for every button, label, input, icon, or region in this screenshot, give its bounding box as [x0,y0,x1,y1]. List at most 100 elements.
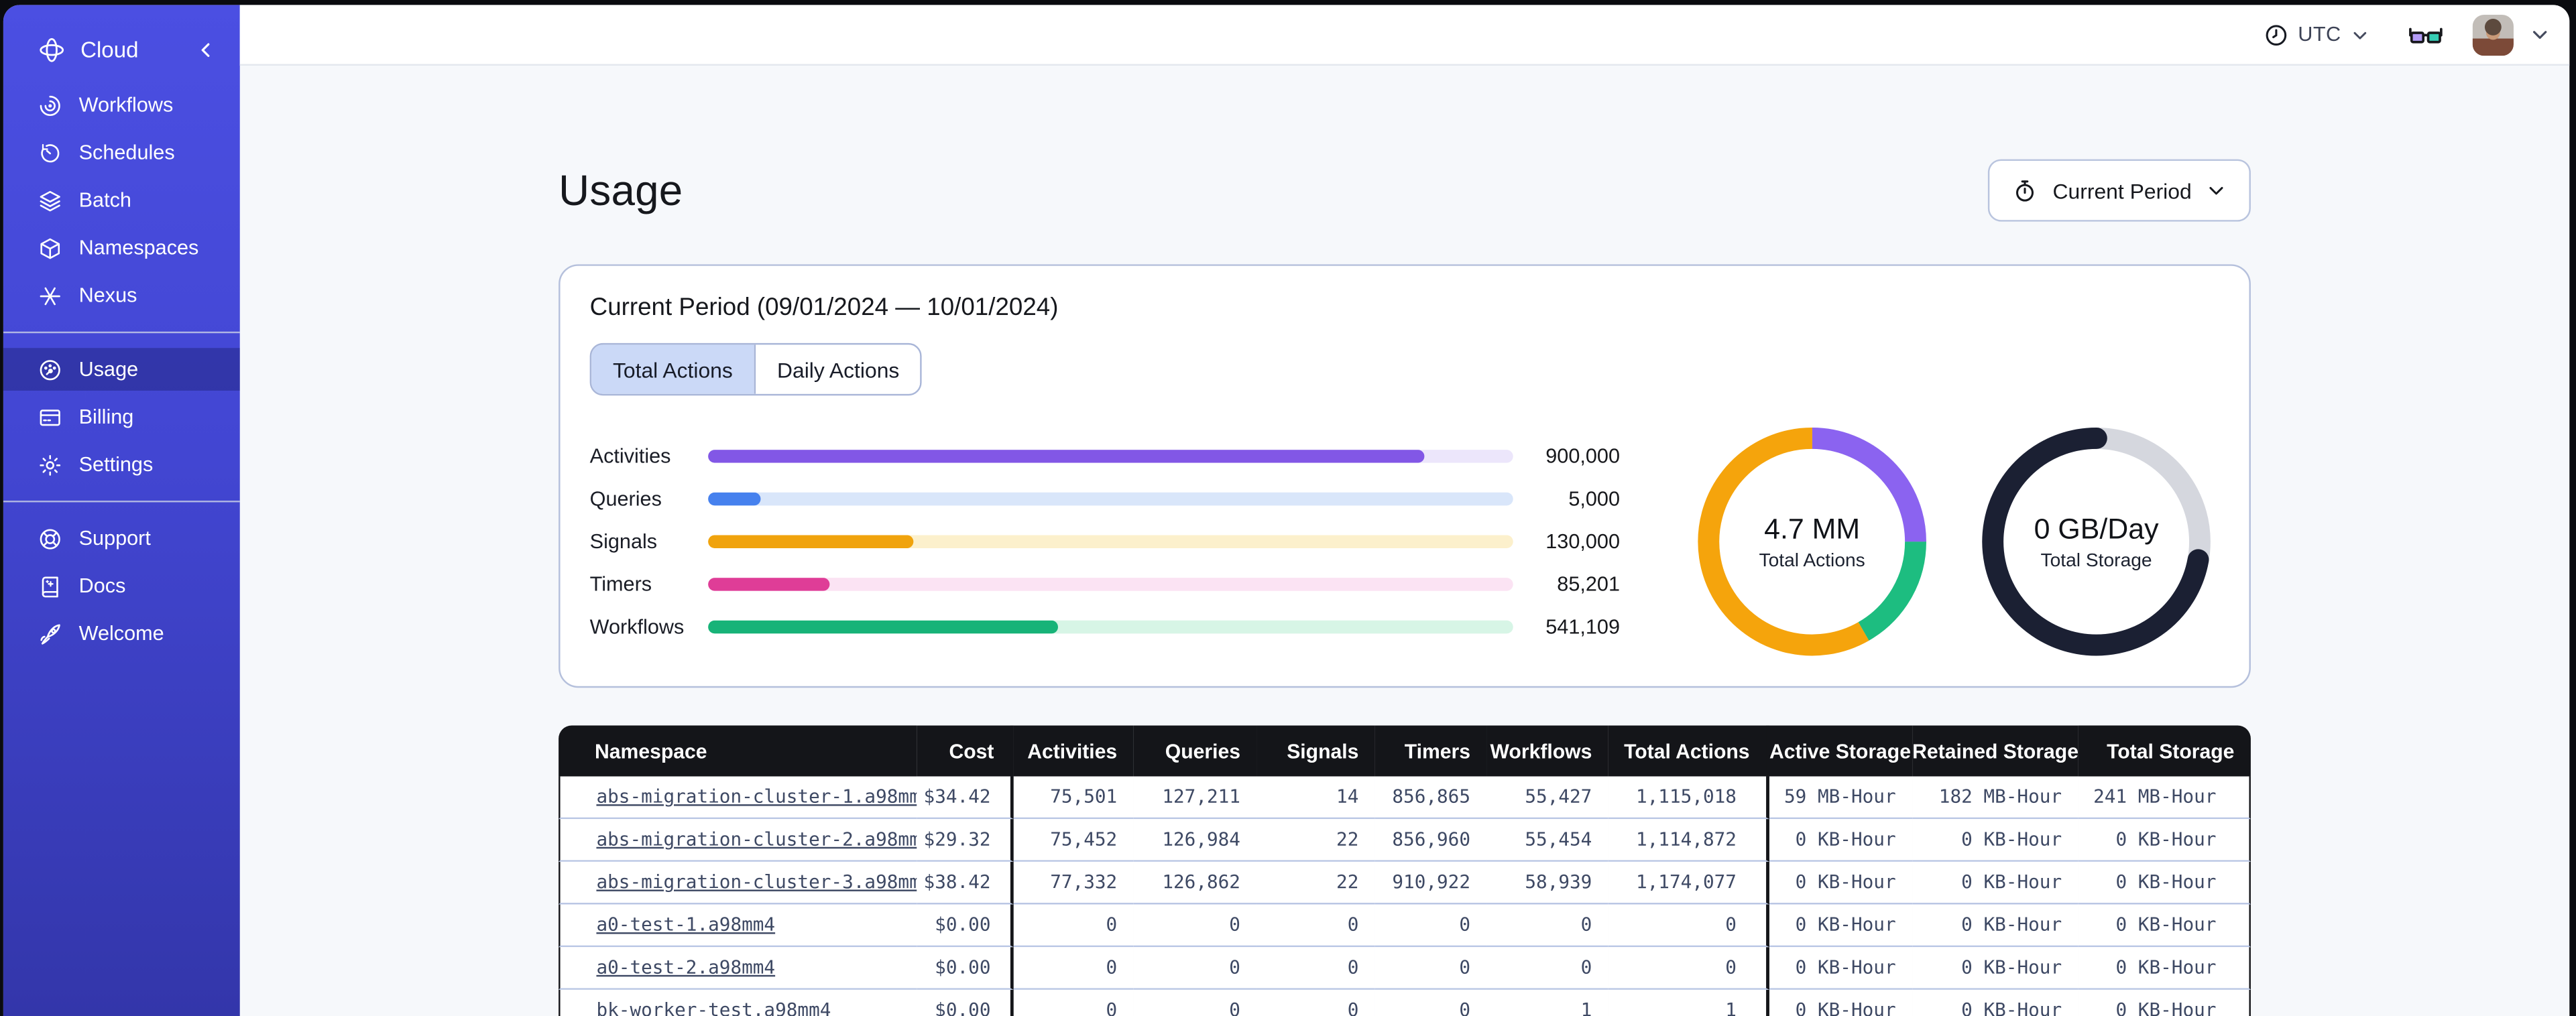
bar-label: Workflows [589,615,685,639]
bar-label: Timers [589,572,652,596]
app-frame: Cloud Workflows Schedules Batch Namespaces N… [3,5,2570,1016]
table-cell: 241 MB-Hour [2078,776,2251,820]
table-cell: 182 MB-Hour [1912,776,2079,820]
table-header-cell: Total Storage [2078,725,2251,777]
account-chevron-down-icon[interactable] [2530,25,2549,44]
sidebar-item-nexus[interactable]: Nexus [3,274,240,317]
table-cell: 59 MB-Hour [1769,776,1913,820]
table-cell: 0 [1486,904,1608,948]
table-cell: 0 KB-Hour [1769,819,1913,862]
bar-value: 900,000 [1545,444,1620,468]
billing-icon [38,405,62,430]
sidebar-item-label: Schedules [78,141,175,164]
bar-track [708,620,1513,634]
table-header-cell: Retained Storage [1912,725,2079,777]
namespace-link[interactable]: abs-migration-cluster-1.a98mm4 [596,786,917,808]
table-header-cell: Total Actions [1608,725,1769,777]
table-cell: $29.32 [917,819,1014,862]
namespace-link[interactable]: abs-migration-cluster-2.a98mm4 [596,829,917,850]
donut-center-text: 0 GB/Day Total Storage [1973,419,2220,665]
table-header-cell: Active Storage [1769,725,1913,777]
table-cell: a0-test-2.a98mm4 [559,947,917,990]
namespace-link[interactable]: a0-test-2.a98mm4 [596,957,775,978]
table-header-cell: Timers [1374,725,1487,777]
screen: Cloud Workflows Schedules Batch Namespaces N… [0,0,2576,1016]
sidebar-item-billing[interactable]: Billing [3,395,240,438]
content: Usage Current Period Current Period (09/… [240,66,2570,1016]
bar-row: Signals 130,000 [590,520,1620,563]
tab-total-actions[interactable]: Total Actions [591,344,754,394]
sidebar-item-support[interactable]: Support [3,517,240,560]
table-row: abs-migration-cluster-2.a98mm4 $29.32 75,4… [559,819,2251,862]
table-cell: 0 KB-Hour [1912,861,2079,905]
table-cell: 0 [1256,904,1375,948]
table-row: a0-test-2.a98mm4 $0.00 0 0 0 0 0 0 0 KB-Hour 0 KB… [559,947,2251,990]
bar-track [708,578,1513,591]
namespace-link[interactable]: a0-test-1.a98mm4 [596,914,775,936]
sidebar-item-settings[interactable]: Settings [3,443,240,486]
brand-label: Cloud [80,37,139,62]
table-cell: 14 [1256,776,1375,820]
table-cell: 0 [1256,947,1375,990]
topbar: UTC [239,5,2570,66]
stopwatch-icon [2013,178,2038,203]
bar-fill [708,535,914,549]
tab-daily-actions[interactable]: Daily Actions [754,344,921,394]
table-cell: 0 [1608,904,1769,948]
bar-row: Timers 85,201 [590,563,1620,606]
bar-track [708,450,1513,463]
table-cell: 0 KB-Hour [1912,819,2079,862]
sidebar-item-schedules[interactable]: Schedules [3,131,240,174]
table-cell: 0 KB-Hour [2078,989,2251,1016]
nerd-glasses-button[interactable] [2408,22,2443,47]
cloud-logo-icon [38,36,66,64]
sidebar-divider [3,331,240,334]
sidebar-sections: Workflows Schedules Batch Namespaces Nexus Us… [3,74,240,659]
sidebar-item-label: Support [78,527,151,550]
period-select-button[interactable]: Current Period [1988,159,2251,222]
table-cell: 910,922 [1374,861,1487,905]
bar-fill [708,620,1059,634]
bar-label: Queries [589,487,662,511]
table-cell: 0 [1256,989,1375,1016]
sidebar-collapse-button[interactable] [196,39,217,60]
donut-value: 0 GB/Day [2034,512,2159,546]
table-cell: a0-test-1.a98mm4 [559,904,917,948]
welcome-icon [38,621,62,646]
sidebar-item-workflows[interactable]: Workflows [3,84,240,127]
bar-fill [708,492,761,506]
sidebar-section: Workflows Schedules Batch Namespaces Nexus [3,84,240,317]
batch-icon [38,188,62,212]
timezone-label: UTC [2298,23,2341,46]
table-header-cell: Queries [1133,725,1257,777]
table-cell: 0 KB-Hour [1912,947,2079,990]
table-cell: 126,984 [1133,819,1257,862]
table-cell: 0 [1013,947,1134,990]
table-cell: 0 [1133,904,1257,948]
table-cell: 0 KB-Hour [1912,989,2079,1016]
table-cell: 0 KB-Hour [2078,904,2251,948]
namespace-link[interactable]: bk-worker-test.a98mm4 [596,1000,831,1016]
clock-icon [2264,22,2288,47]
bar-track [708,492,1513,506]
avatar[interactable] [2472,13,2514,56]
sidebar-item-namespaces[interactable]: Namespaces [3,227,240,269]
timezone-selector[interactable]: UTC [2264,22,2369,47]
table-row: a0-test-1.a98mm4 $0.00 0 0 0 0 0 0 0 KB-Hour 0 KB… [559,904,2251,948]
sidebar-item-docs[interactable]: Docs [3,565,240,608]
namespace-table-wrap: Namespace Cost Activities Queries Signals Tim… [559,725,2251,1016]
table-header-cell: Namespace [559,725,917,777]
sidebar-section: Support Docs Welcome [3,517,240,655]
sidebar-item-welcome[interactable]: Welcome [3,613,240,655]
docs-icon [38,574,62,598]
table-cell: 75,452 [1013,819,1134,862]
bar-value: 85,201 [1557,572,1620,596]
namespace-link[interactable]: abs-migration-cluster-3.a98mm4 [596,872,917,893]
main-area: UTC Usage Current Period Current Period … [239,5,2570,1016]
table-row: bk-worker-test.a98mm4 $0.00 0 0 0 0 1 1 0 KB-Hou… [559,989,2251,1016]
sidebar-item-batch[interactable]: Batch [3,179,240,222]
sidebar-item-usage[interactable]: Usage [3,348,240,391]
table-cell: 0 KB-Hour [2078,819,2251,862]
bar-label: Activities [589,444,671,468]
table-cell: 0 KB-Hour [2078,861,2251,905]
